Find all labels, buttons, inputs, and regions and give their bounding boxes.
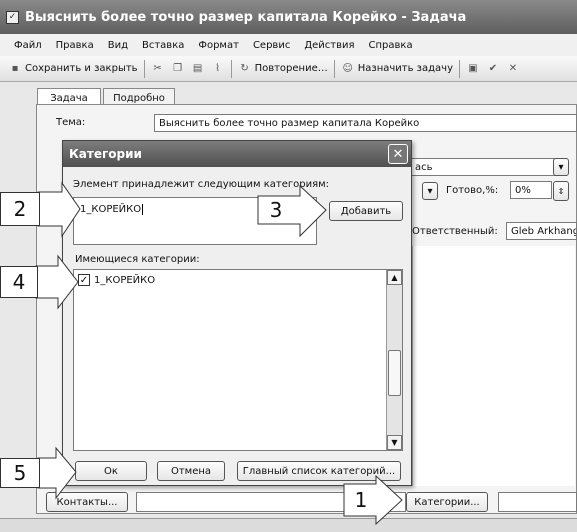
cut-icon[interactable]: ✂ [151,62,165,76]
window-titlebar: ✓ Выяснить более точно размер капитала К… [0,0,577,34]
menu-bar: Файл Правка Вид Вставка Формат Сервис Де… [0,34,577,56]
save-icon: ▪ [11,63,19,74]
save-close-button[interactable]: ▪ Сохранить и закрыть [8,62,138,76]
scroll-down-icon[interactable]: ▼ [387,435,402,450]
belongs-label: Элемент принадлежит следующим категориям… [73,179,330,190]
add-button[interactable]: Добавить [329,201,403,221]
callout-5: 5 [0,458,40,488]
cancel-button[interactable]: Отмена [157,461,225,481]
close-icon[interactable]: ✕ [388,144,408,164]
menu-insert[interactable]: Вставка [142,40,184,51]
available-label: Имеющиеся категории: [75,254,200,265]
toolbar-separator [230,59,232,78]
callout-4: 4 [0,266,38,298]
recurrence-button[interactable]: ↻ Повторение… [238,62,327,76]
dialog-title: Категории [69,147,142,161]
menu-actions[interactable]: Действия [304,40,354,51]
attach-icon[interactable]: ⌇ [211,62,225,76]
paste-icon[interactable]: ▤ [191,62,205,76]
list-item[interactable]: ✓ 1_КОРЕЙКО [78,274,155,286]
status-dropdown-arrow[interactable]: ▾ [553,158,569,176]
scroll-thumb[interactable] [388,350,401,396]
subject-input[interactable]: Выяснить более точно размер капитала Кор… [154,114,577,132]
categories-dialog: Категории ✕ Элемент принадлежит следующи… [62,140,412,486]
callout-1: 1 [354,488,368,512]
toolbar-separator [458,59,460,78]
window-title: Выяснить более точно размер капитала Кор… [25,9,467,25]
assign-task-button[interactable]: ☺ Назначить задачу [341,62,453,76]
callout-3: 3 [269,198,283,222]
toolbar: ▪ Сохранить и закрыть ✂ ❐ ▤ ⌇ ↻ Повторен… [0,56,577,82]
done-label: Готово,%: [446,185,499,196]
menu-view[interactable]: Вид [108,40,128,51]
dialog-titlebar: Категории ✕ [63,141,411,167]
notes-area[interactable] [412,246,575,486]
owner-label: Ответственный: [412,226,498,237]
recurrence-icon: ↻ [240,63,249,74]
toolbar-separator [333,59,335,78]
master-category-list-button[interactable]: Главный список категорий... [237,461,401,481]
owner-field: Gleb Arkhang [506,222,577,240]
menu-edit[interactable]: Правка [56,40,94,51]
assign-icon: ☺ [342,63,353,74]
status-bar [0,518,577,532]
toolbar-separator [143,59,145,78]
checkbox[interactable]: ✓ [78,274,90,286]
contacts-button[interactable]: Контакты... [46,492,128,512]
copy-icon[interactable]: ❐ [171,62,185,76]
categories-list[interactable]: ✓ 1_КОРЕЙКО ▲ ▼ [73,269,403,451]
subject-label: Тема: [56,117,86,128]
status-select[interactable]: ась [410,158,567,176]
scrollbar[interactable]: ▲ ▼ [386,270,402,450]
categories-button[interactable]: Категории... [406,492,488,512]
categories-field[interactable] [498,492,577,512]
menu-format[interactable]: Формат [198,40,239,51]
ok-button[interactable]: Ок [75,461,147,481]
print-icon[interactable]: ▣ [466,62,480,76]
text-caret [142,204,147,215]
menu-file[interactable]: Файл [14,40,42,51]
close-item-icon[interactable]: ✕ [506,62,520,76]
scroll-up-icon[interactable]: ▲ [387,270,402,285]
check-icon[interactable]: ✔ [486,62,500,76]
callout-2: 2 [0,192,40,226]
done-spinner[interactable]: ⇕ [553,181,569,201]
done-percent-input[interactable]: 0% [510,181,552,199]
task-icon: ✓ [6,10,19,24]
menu-help[interactable]: Справка [369,40,413,51]
priority-dropdown-arrow[interactable]: ▾ [422,182,438,200]
menu-tools[interactable]: Сервис [253,40,290,51]
